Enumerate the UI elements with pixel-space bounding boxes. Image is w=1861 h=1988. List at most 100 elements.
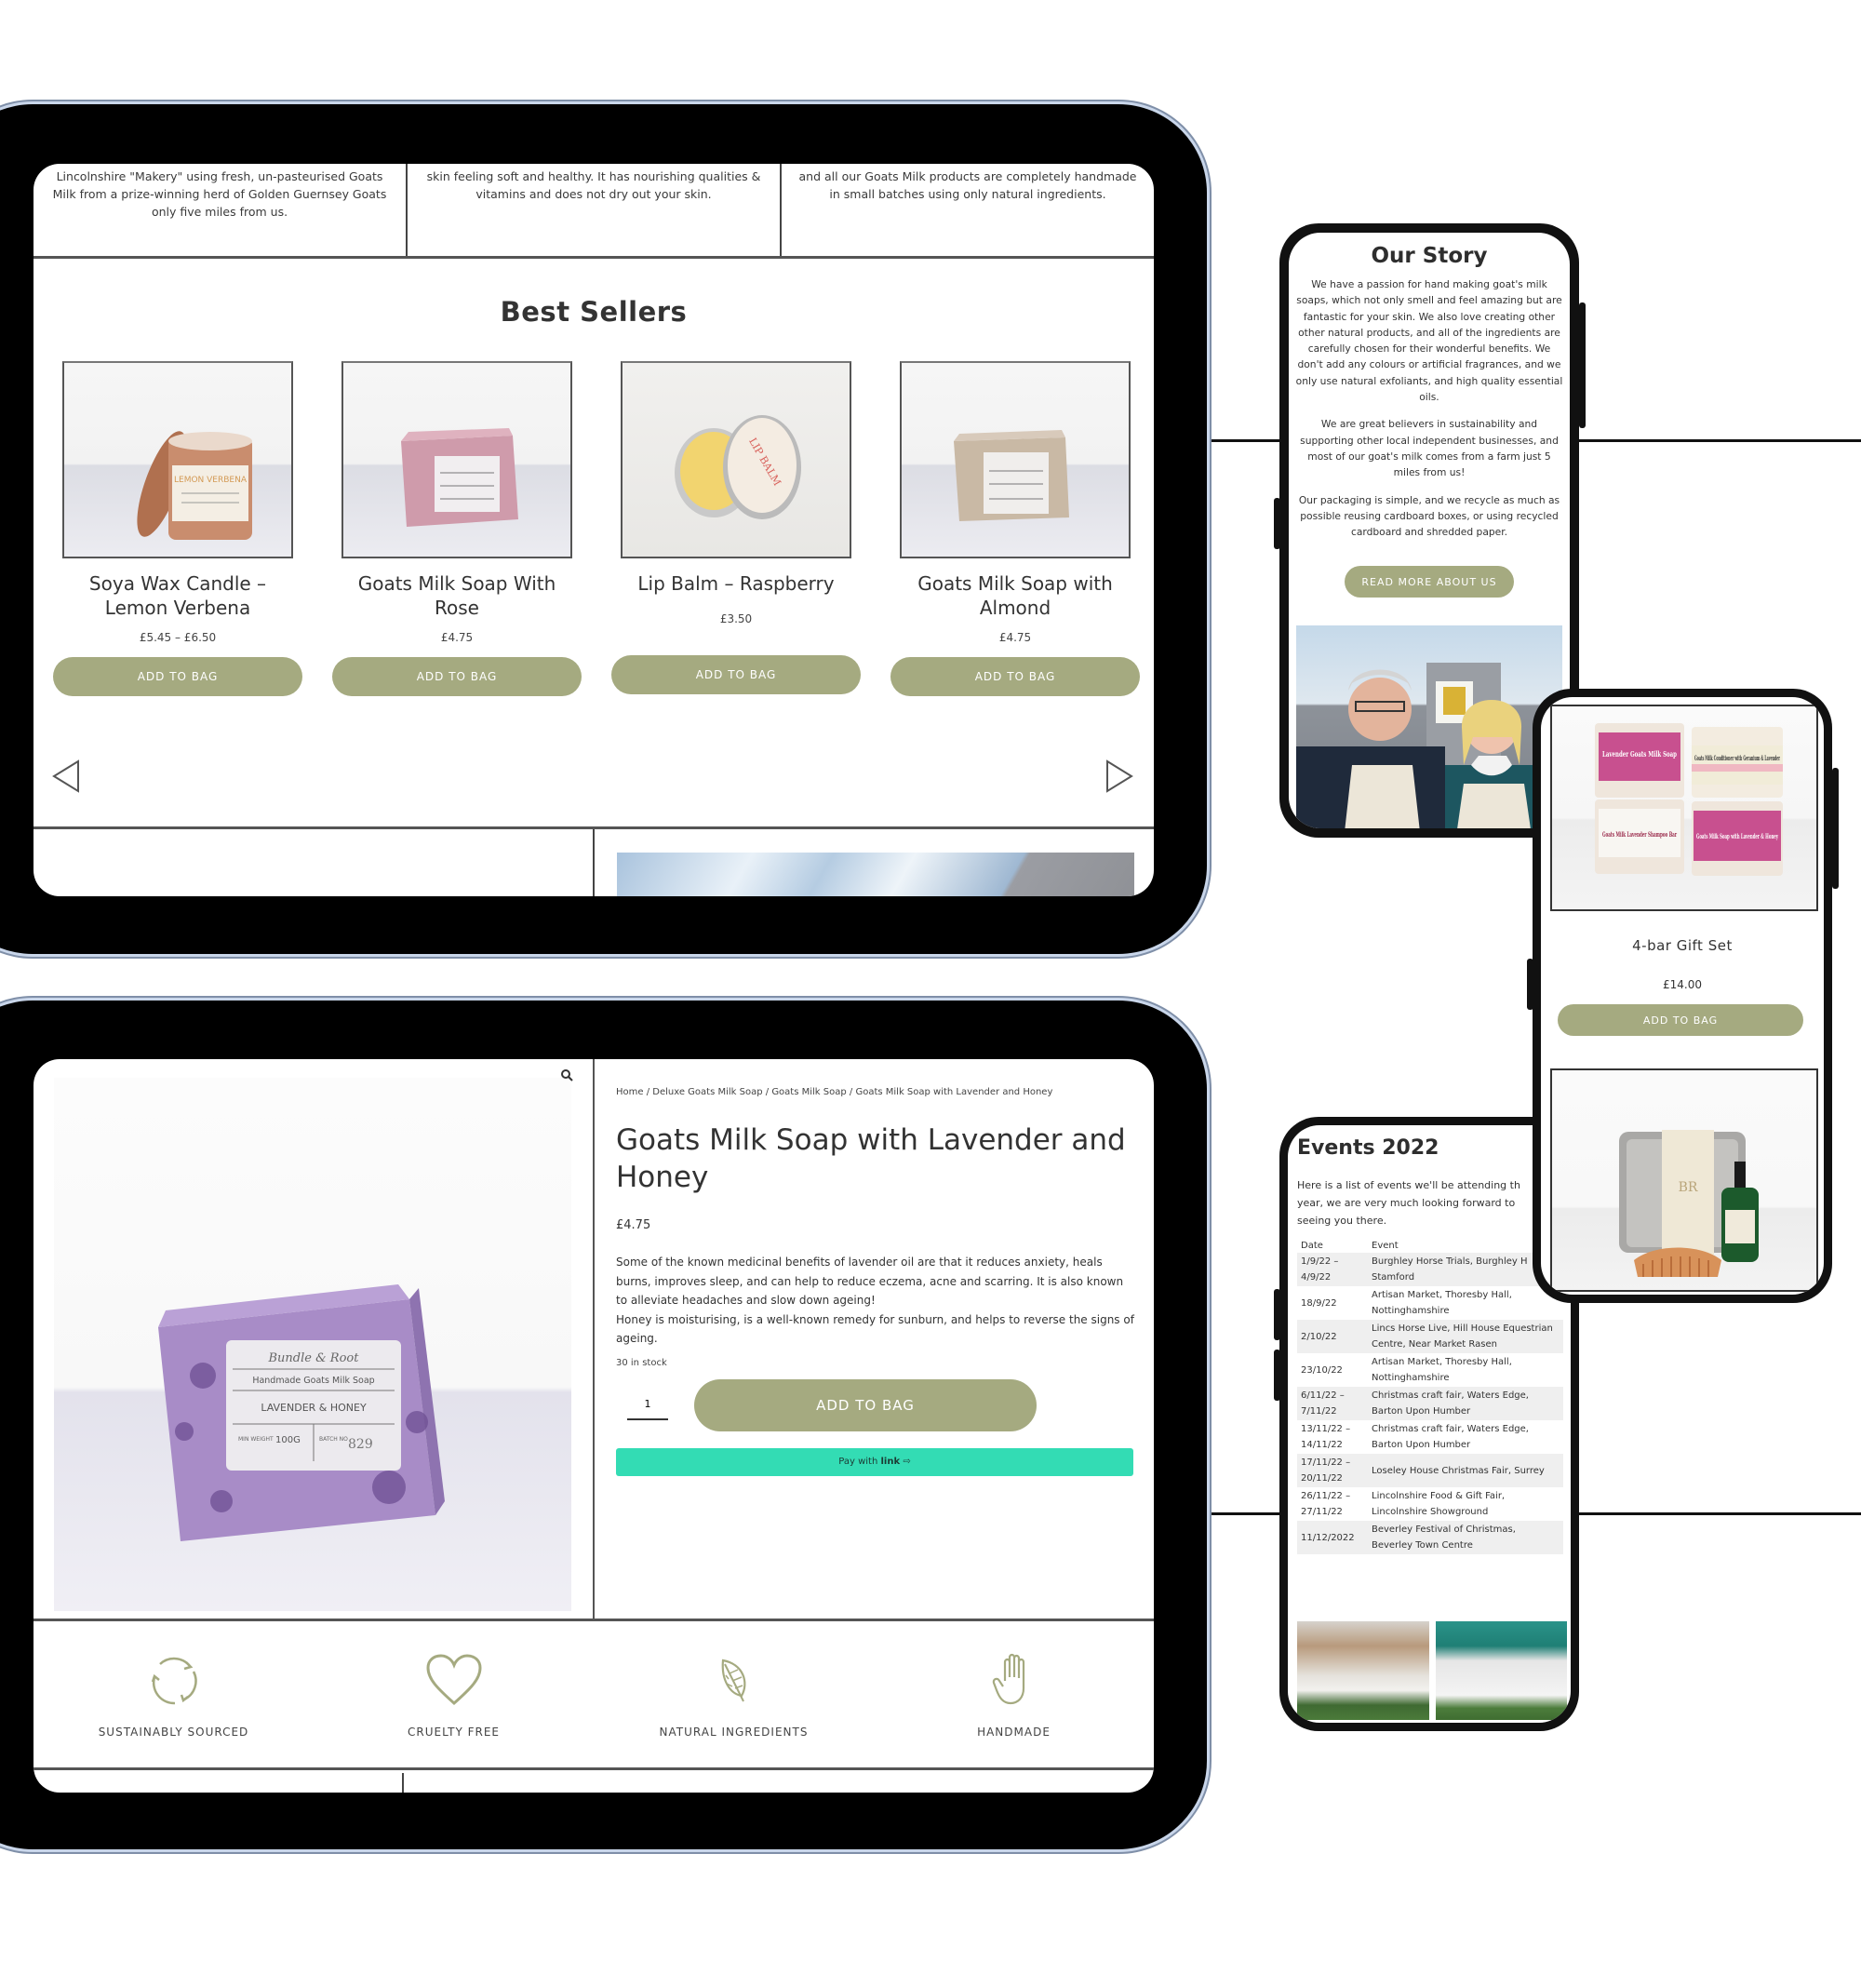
soap-label-line2: LAVENDER & HONEY (261, 1402, 367, 1414)
link-logo: link (880, 1457, 901, 1467)
event-date: 11/12/2022 (1297, 1521, 1368, 1554)
outdoor-gazebo-stall-photo (1435, 1621, 1567, 1720)
carousel-prev-button[interactable] (50, 759, 84, 793)
product-name[interactable]: Soya Wax Candle – Lemon Verbena (52, 571, 303, 620)
event-line: Lincolnshire Showground (1372, 1507, 1489, 1517)
description-paragraph: Some of the known medicinal benefits of … (616, 1256, 1124, 1307)
best-sellers-heading: Best Sellers (500, 296, 688, 328)
feature-sustainably-sourced: SUSTAINABLY SOURCED (33, 1621, 314, 1767)
date-line: 7/11/22 (1301, 1406, 1337, 1417)
add-to-bag-button[interactable]: ADD TO BAG (1558, 1004, 1803, 1036)
event-row: 1/9/22 – 4/9/22 Burghley Horse Trials, Bur… (1297, 1253, 1563, 1286)
event-line: Artisan Market, Thoresby Hall, (1372, 1290, 1512, 1300)
event-date: 17/11/22 – 20/11/22 (1297, 1454, 1368, 1487)
intro-column: and all our Goats Milk products are comp… (780, 164, 1154, 256)
bar-label: Goats Milk Conditioner with Geranium & L… (1694, 754, 1780, 762)
add-to-bag-button[interactable]: ADD TO BAG (332, 657, 582, 696)
svg-text:LEMON VERBENA: LEMON VERBENA (174, 476, 248, 485)
product-price: £5.45 – £6.50 (139, 631, 217, 644)
triangle-right-icon (1106, 759, 1133, 793)
bar-label: Lavender Goats Milk Soap (1602, 749, 1677, 759)
breadcrumb-deluxe-soap[interactable]: Deluxe Goats Milk Soap (652, 1087, 762, 1097)
home-page-screen: Lincolnshire "Makery" using fresh, un-pa… (33, 164, 1154, 896)
owners-photo (1296, 625, 1562, 828)
product-main-image[interactable]: Bundle & Root Handmade Goats Milk Soap L… (54, 1078, 571, 1611)
gift-set-screen: Lavender Goats Milk Soap Goats Milk Cond… (1541, 697, 1824, 1295)
intro-line: seeing you there. (1297, 1215, 1387, 1227)
breadcrumb-separator: / (762, 1087, 772, 1097)
event-name: Lincolnshire Food & Gift Fair, Lincolnshi… (1368, 1487, 1563, 1521)
event-row: 11/12/2022 Beverley Festival of Christmas… (1297, 1521, 1563, 1554)
beard-gift-set-image[interactable]: BR (1550, 1068, 1818, 1292)
section-divider (593, 829, 595, 896)
story-paragraph: Our packaging is simple, and we recycle … (1298, 493, 1560, 539)
intro-line: Here is a list of events we'll be attend… (1297, 1179, 1520, 1191)
product-name[interactable]: Goats Milk Soap With Rose (331, 571, 582, 620)
feature-handmade: HANDMADE (874, 1621, 1154, 1767)
story-paragraph: We have a passion for hand making goat's… (1295, 278, 1563, 404)
feature-natural-ingredients: NATURAL INGREDIENTS (594, 1621, 874, 1767)
add-to-bag-button[interactable]: ADD TO BAG (694, 1378, 1037, 1431)
date-line: 4/9/22 (1301, 1272, 1332, 1283)
date-line: 11/12/2022 (1301, 1532, 1355, 1543)
arrow-right-icon: ⇨ (903, 1457, 911, 1467)
phone-side-button (1832, 768, 1839, 889)
add-to-bag-button[interactable]: ADD TO BAG (53, 657, 302, 696)
section-divider (402, 1773, 404, 1793)
product-image-rose-soap[interactable] (341, 361, 572, 558)
breadcrumb-home[interactable]: Home (616, 1087, 644, 1097)
our-story-screen: Our Story We have a passion for hand mak… (1289, 233, 1570, 828)
event-line: Artisan Market, Thoresby Hall, (1372, 1357, 1512, 1367)
event-row: 17/11/22 – 20/11/22 Loseley House Christma… (1297, 1454, 1563, 1487)
event-name: Beverley Festival of Christmas, Beverley … (1368, 1521, 1563, 1554)
bar-label: Goats Milk Soap with Lavender & Honey (1696, 832, 1779, 840)
event-line: Loseley House Christmas Fair, Surrey (1372, 1465, 1545, 1476)
date-line: 6/11/22 – (1301, 1390, 1345, 1401)
hand-icon (992, 1653, 1024, 1705)
feature-label: NATURAL INGREDIENTS (659, 1726, 809, 1739)
product-description: Some of the known medicinal benefits of … (616, 1253, 1135, 1349)
event-line: Nottinghamshire (1372, 1373, 1450, 1383)
event-date: 26/11/22 – 27/11/22 (1297, 1487, 1368, 1521)
events-heading: Events 2022 (1297, 1136, 1439, 1160)
product-card: Goats Milk Soap With Rose £4.75 ADD TO B… (331, 361, 582, 696)
next-section (33, 1773, 1154, 1793)
events-table: Date Event 1/9/22 – 4/9/22 Burghley Horse … (1297, 1239, 1563, 1554)
event-row: 6/11/22 – 7/11/22 Christmas craft fair, Wa… (1297, 1387, 1563, 1420)
event-name: Artisan Market, Thoresby Hall, Nottingham… (1368, 1353, 1563, 1387)
product-image-almond-soap[interactable] (900, 361, 1131, 558)
read-more-about-us-button[interactable]: READ MORE ABOUT US (1345, 566, 1514, 598)
pay-link-prefix: Pay with (838, 1457, 881, 1467)
breadcrumb-goats-milk-soap[interactable]: Goats Milk Soap (771, 1087, 846, 1097)
event-line: Beverley Town Centre (1372, 1540, 1473, 1551)
product-price: £4.75 (998, 631, 1032, 644)
soap-label-batch: 829 (348, 1437, 373, 1452)
stock-status: 30 in stock (616, 1357, 667, 1368)
pay-with-link-button[interactable]: Pay with link ⇨ (616, 1447, 1133, 1476)
phone-side-button (1274, 498, 1280, 549)
event-name: Christmas craft fair, Waters Edge, Barton… (1368, 1420, 1563, 1454)
event-row: 23/10/22 Artisan Market, Thoresby Hall, No… (1297, 1353, 1563, 1387)
carousel-next-button[interactable] (1102, 759, 1135, 793)
image-zoom-button[interactable] (560, 1068, 573, 1085)
product-name[interactable]: Lip Balm – Raspberry (610, 571, 862, 596)
feature-label: CRUELTY FREE (408, 1726, 500, 1739)
product-price: £4.75 (440, 631, 474, 644)
soap-label-weight-label: MIN WEIGHT (238, 1436, 274, 1443)
product-card: LIP BALM Lip Balm – Raspberry £3.50 ADD … (610, 361, 862, 696)
date-line: 26/11/22 – (1301, 1491, 1351, 1501)
quantity-input[interactable] (627, 1390, 668, 1420)
soap-label-weight: 100G (275, 1435, 301, 1445)
add-to-bag-button[interactable]: ADD TO BAG (890, 657, 1140, 696)
product-price: £4.75 (616, 1218, 651, 1232)
product-name[interactable]: 4-bar Gift Set (1541, 937, 1824, 954)
add-to-bag-button[interactable]: ADD TO BAG (611, 655, 861, 694)
gift-set-image[interactable]: Lavender Goats Milk Soap Goats Milk Cond… (1550, 705, 1818, 911)
product-image-candle[interactable]: LEMON VERBENA (62, 361, 293, 558)
product-card: Goats Milk Soap with Almond £4.75 ADD TO… (890, 361, 1141, 696)
intro-line: year, we are very much looking forward t… (1297, 1197, 1516, 1209)
event-line: Barton Upon Humber (1372, 1406, 1471, 1417)
product-name[interactable]: Goats Milk Soap with Almond (890, 571, 1141, 620)
magnifier-icon (561, 1069, 573, 1081)
product-image-lip-balm[interactable]: LIP BALM (621, 361, 851, 558)
